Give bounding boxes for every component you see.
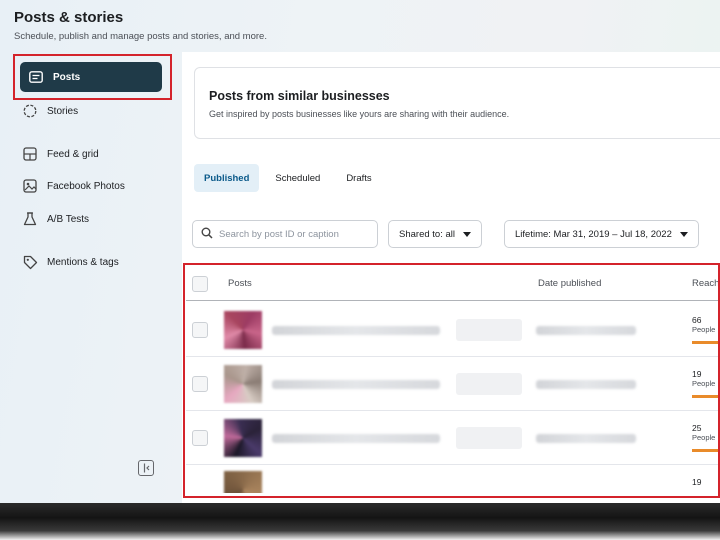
row-checkbox[interactable] — [192, 376, 208, 392]
reach-cell: 19 People — [692, 369, 715, 388]
column-header-posts[interactable]: Posts — [228, 278, 252, 289]
reach-cell: 19 — [692, 477, 701, 487]
sidebar-item-facebook-photos[interactable]: Facebook Photos — [22, 173, 172, 199]
select-all-checkbox[interactable] — [192, 276, 208, 292]
screen: Posts & stories Schedule, publish and ma… — [0, 0, 720, 503]
shared-to-dropdown[interactable]: Shared to: all — [388, 220, 482, 248]
sidebar-item-posts[interactable]: Posts — [20, 62, 162, 92]
post-date-redacted — [536, 434, 636, 443]
sidebar-item-stories[interactable]: Stories — [22, 98, 172, 124]
card-subtitle: Get inspired by posts businesses like yo… — [209, 109, 510, 119]
posts-table: Posts Date published Reach 66 People 19 … — [186, 267, 720, 493]
post-date-redacted — [536, 326, 636, 335]
table-row[interactable]: 66 People — [186, 303, 720, 357]
table-header: Posts Date published Reach — [186, 267, 720, 301]
post-type-redacted — [456, 427, 522, 449]
sidebar-item-label: Stories — [47, 105, 79, 117]
reach-unit: People — [692, 325, 716, 334]
sidebar-item-label: Feed & grid — [47, 148, 99, 160]
sidebar-item-ab-tests[interactable]: A/B Tests — [22, 206, 172, 232]
reach-unit: People — [692, 379, 716, 388]
reach-unit: People — [692, 433, 716, 442]
date-range-label: Lifetime: Mar 31, 2019 – Jul 18, 2022 — [515, 228, 672, 240]
post-thumbnail — [224, 419, 262, 457]
collapse-sidebar-icon[interactable] — [138, 460, 154, 476]
stories-icon — [22, 103, 38, 119]
post-type-redacted — [456, 319, 522, 341]
sidebar-item-label: Mentions & tags — [47, 256, 119, 268]
table-row[interactable]: 25 People — [186, 411, 720, 465]
photos-icon — [22, 178, 38, 194]
monitor-bezel — [0, 503, 720, 540]
search-icon — [201, 227, 213, 242]
feed-grid-icon — [22, 146, 38, 162]
tab-drafts[interactable]: Drafts — [336, 164, 381, 192]
sidebar-item-mentions-tags[interactable]: Mentions & tags — [22, 249, 172, 275]
column-header-reach[interactable]: Reach — [692, 278, 719, 289]
search-input[interactable]: Search by post ID or caption — [192, 220, 378, 248]
main-content: Posts from similar businesses Get inspir… — [182, 52, 720, 503]
caret-down-icon — [462, 231, 471, 237]
sidebar-item-label: Posts — [53, 71, 81, 83]
search-placeholder: Search by post ID or caption — [219, 228, 339, 240]
reach-cell: 25 People — [692, 423, 715, 442]
reach-bar — [692, 341, 720, 344]
similar-businesses-card[interactable]: Posts from similar businesses Get inspir… — [194, 67, 720, 139]
shared-to-label: Shared to: all — [399, 228, 455, 240]
row-checkbox[interactable] — [192, 322, 208, 338]
tab-bar: Published Scheduled Drafts — [194, 164, 382, 192]
sidebar-item-label: A/B Tests — [47, 213, 90, 225]
tab-scheduled[interactable]: Scheduled — [265, 164, 330, 192]
reach-value: 19 — [692, 369, 702, 379]
caret-down-icon — [679, 231, 688, 237]
post-caption-redacted — [272, 326, 440, 335]
tag-icon — [22, 254, 38, 270]
reach-bar — [692, 395, 720, 398]
post-caption-redacted — [272, 434, 440, 443]
page-title: Posts & stories — [14, 9, 124, 26]
post-type-redacted — [456, 373, 522, 395]
post-date-redacted — [536, 380, 636, 389]
sidebar-item-label: Facebook Photos — [47, 180, 125, 192]
row-checkbox[interactable] — [192, 430, 208, 446]
page-subtitle: Schedule, publish and manage posts and s… — [14, 31, 267, 42]
reach-value: 25 — [692, 423, 702, 433]
posts-icon — [28, 69, 44, 85]
card-title: Posts from similar businesses — [209, 89, 390, 103]
reach-cell: 66 People — [692, 315, 715, 334]
reach-value: 66 — [692, 315, 702, 325]
table-row[interactable]: 19 People — [186, 357, 720, 411]
flask-icon — [22, 211, 38, 227]
reach-bar — [692, 449, 720, 452]
post-caption-redacted — [272, 380, 440, 389]
sidebar: Posts Stories Feed & grid Facebook Photo… — [0, 52, 180, 492]
post-thumbnail — [224, 365, 262, 403]
sidebar-item-feed-grid[interactable]: Feed & grid — [22, 141, 172, 167]
tab-published[interactable]: Published — [194, 164, 260, 192]
post-thumbnail — [224, 471, 262, 493]
reach-value: 19 — [692, 477, 702, 487]
column-header-date-published[interactable]: Date published — [538, 278, 601, 289]
date-range-dropdown[interactable]: Lifetime: Mar 31, 2019 – Jul 18, 2022 — [504, 220, 699, 248]
post-thumbnail — [224, 311, 262, 349]
table-row[interactable]: 19 — [186, 465, 720, 493]
